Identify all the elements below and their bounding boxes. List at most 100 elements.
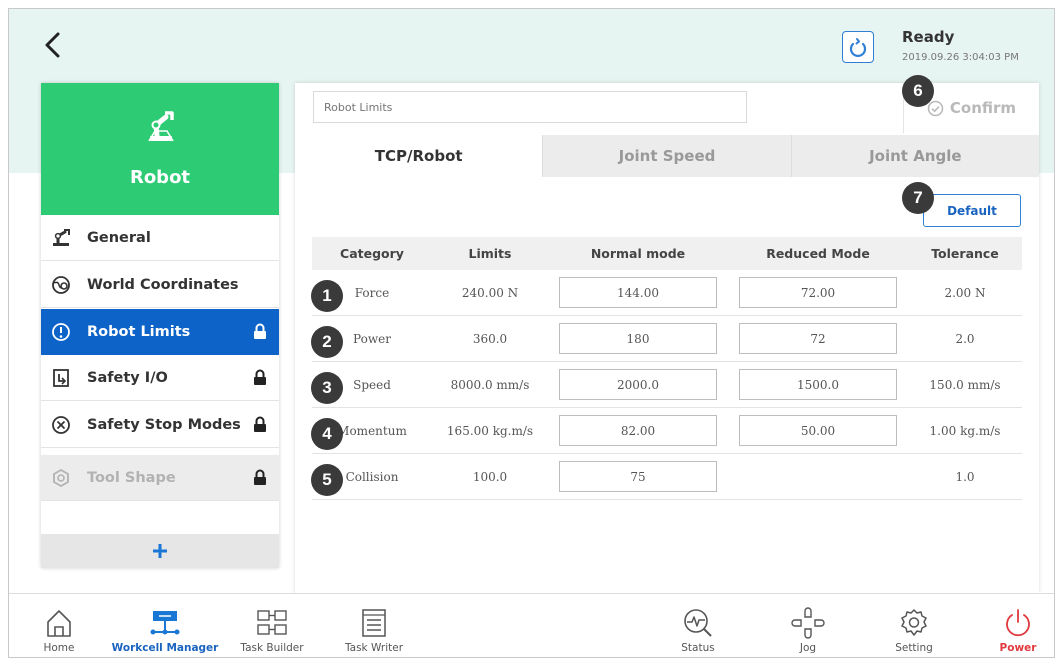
back-button[interactable] bbox=[39, 27, 69, 63]
limits-cell: 100.0 bbox=[472, 469, 508, 484]
callout-badge: 6 bbox=[902, 75, 934, 107]
gear-icon bbox=[898, 606, 930, 640]
workcell-icon bbox=[149, 606, 181, 640]
tolerance-cell: 1.0 bbox=[955, 469, 975, 484]
tab-joint-speed[interactable]: Joint Speed bbox=[542, 135, 791, 177]
app-window: Ready 2019.09.26 3:04:03 PM Robot Genera… bbox=[8, 8, 1055, 658]
nav-label: Setting bbox=[895, 642, 933, 654]
reduced-mode-input[interactable]: 72.00 bbox=[739, 277, 897, 308]
globe-gear-icon bbox=[51, 275, 71, 295]
sidebar-item-label: World Coordinates bbox=[87, 276, 239, 293]
lock-icon bbox=[254, 469, 266, 485]
tolerance-cell: 2.00 N bbox=[944, 285, 986, 300]
callout-badge: 2 bbox=[311, 326, 343, 358]
reduced-mode-input[interactable]: 72 bbox=[739, 323, 897, 354]
sidebar-title: Robot bbox=[129, 167, 191, 188]
sidebar: Robot General World Coordinates Robot Li… bbox=[41, 83, 279, 568]
default-button[interactable]: Default bbox=[923, 194, 1021, 227]
lock-icon bbox=[254, 323, 266, 339]
callout-badge: 5 bbox=[311, 464, 343, 496]
task-writer-icon bbox=[360, 606, 388, 640]
nav-label: Task Builder bbox=[240, 642, 304, 654]
nav-label: Status bbox=[681, 642, 715, 654]
tab-joint-angle[interactable]: Joint Angle bbox=[790, 135, 1039, 177]
callout-badge: 1 bbox=[311, 280, 343, 312]
normal-mode-input[interactable]: 75 bbox=[559, 461, 717, 492]
table-row-power: Power 360.0 180 72 2.0 bbox=[312, 316, 1022, 362]
sidebar-item-safety-stop-modes[interactable]: Safety Stop Modes bbox=[41, 402, 279, 448]
refresh-button[interactable] bbox=[842, 31, 874, 63]
nav-label: Workcell Manager bbox=[111, 642, 219, 654]
tolerance-cell: 1.00 kg.m/s bbox=[929, 423, 1001, 438]
sidebar-item-tool-shape[interactable]: Tool Shape bbox=[41, 455, 279, 501]
callout-badge: 7 bbox=[902, 182, 934, 214]
normal-mode-input[interactable]: 82.00 bbox=[559, 415, 717, 446]
reduced-mode-input[interactable]: 1500.0 bbox=[739, 369, 897, 400]
normal-mode-input[interactable]: 144.00 bbox=[559, 277, 717, 308]
status-icon bbox=[682, 606, 714, 640]
confirm-label: Confirm bbox=[949, 99, 1017, 117]
nav-home[interactable]: Home bbox=[37, 594, 81, 657]
sidebar-item-safety-io[interactable]: Safety I/O bbox=[41, 355, 279, 401]
limit-icon bbox=[51, 322, 71, 342]
tab-tcp-robot[interactable]: TCP/Robot bbox=[295, 135, 543, 177]
normal-mode-input[interactable]: 180 bbox=[559, 323, 717, 354]
column-header-normal-mode: Normal mode bbox=[590, 246, 686, 261]
nav-setting[interactable]: Setting bbox=[889, 594, 939, 657]
jog-icon bbox=[791, 606, 825, 640]
tool-shape-icon bbox=[51, 468, 71, 488]
sidebar-item-robot-limits[interactable]: Robot Limits bbox=[41, 309, 279, 355]
task-builder-icon bbox=[255, 606, 289, 640]
tab-bar: TCP/Robot Joint Speed Joint Angle bbox=[295, 135, 1039, 177]
name-input[interactable] bbox=[313, 91, 747, 123]
column-header-limits: Limits bbox=[468, 246, 512, 261]
nav-label: Jog bbox=[799, 642, 817, 654]
nav-label: Home bbox=[43, 642, 75, 654]
sidebar-item-label: Tool Shape bbox=[87, 469, 176, 486]
reduced-mode-input[interactable]: 50.00 bbox=[739, 415, 897, 446]
stop-circle-icon bbox=[51, 415, 71, 435]
sidebar-item-general[interactable]: General bbox=[41, 215, 279, 261]
nav-jog[interactable]: Jog bbox=[783, 594, 833, 657]
limits-table: Category Limits Normal mode Reduced Mode… bbox=[312, 237, 1022, 500]
callout-badge: 4 bbox=[311, 418, 343, 450]
column-header-category: Category bbox=[340, 246, 404, 261]
nav-label: Task Writer bbox=[344, 642, 404, 654]
table-row-force: Force 240.00 N 144.00 72.00 2.00 N bbox=[312, 270, 1022, 316]
status-timestamp: 2019.09.26 3:04:03 PM bbox=[902, 52, 1019, 63]
status-title: Ready bbox=[902, 28, 955, 46]
nav-status[interactable]: Status bbox=[673, 594, 723, 657]
normal-mode-input[interactable]: 2000.0 bbox=[559, 369, 717, 400]
add-button[interactable] bbox=[41, 534, 279, 568]
table-row-collision: Collision 100.0 75 1.0 bbox=[312, 454, 1022, 500]
robot-limits-panel: Confirm TCP/Robot Joint Speed Joint Angl… bbox=[295, 75, 1039, 593]
table-row-momentum: Momentum 165.00 kg.m/s 82.00 50.00 1.00 … bbox=[312, 408, 1022, 454]
column-header-reduced-mode: Reduced Mode bbox=[766, 246, 870, 261]
plus-icon bbox=[153, 544, 167, 558]
tolerance-cell: 150.0 mm/s bbox=[929, 377, 1001, 392]
nav-workcell-manager[interactable]: Workcell Manager bbox=[111, 594, 219, 657]
nav-power[interactable]: Power bbox=[993, 594, 1043, 657]
sidebar-robot-header: Robot bbox=[41, 83, 279, 215]
column-header-tolerance: Tolerance bbox=[931, 246, 999, 261]
nav-task-builder[interactable]: Task Builder bbox=[235, 594, 309, 657]
lock-icon bbox=[254, 416, 266, 432]
nav-task-writer[interactable]: Task Writer bbox=[339, 594, 409, 657]
sidebar-item-label: Safety Stop Modes bbox=[87, 416, 241, 433]
callout-badge: 3 bbox=[311, 372, 343, 404]
limits-cell: 360.0 bbox=[472, 331, 508, 346]
sidebar-item-label: General bbox=[87, 229, 151, 246]
lock-icon bbox=[254, 369, 266, 385]
table-row-speed: Speed 8000.0 mm/s 2000.0 1500.0 150.0 mm… bbox=[312, 362, 1022, 408]
bottom-nav: Home Workcell Manager Task Builder Task … bbox=[9, 593, 1054, 657]
sidebar-item-label: Robot Limits bbox=[87, 323, 191, 340]
sidebar-item-world-coordinates[interactable]: World Coordinates bbox=[41, 262, 279, 308]
reduced-mode-cell bbox=[728, 454, 908, 499]
limits-cell: 240.00 N bbox=[461, 285, 519, 300]
tolerance-cell: 2.0 bbox=[955, 331, 975, 346]
table-header: Category Limits Normal mode Reduced Mode… bbox=[312, 237, 1022, 270]
chevron-left-icon bbox=[45, 32, 60, 58]
power-icon bbox=[1002, 606, 1034, 640]
io-icon bbox=[51, 368, 71, 388]
refresh-icon bbox=[849, 38, 867, 57]
